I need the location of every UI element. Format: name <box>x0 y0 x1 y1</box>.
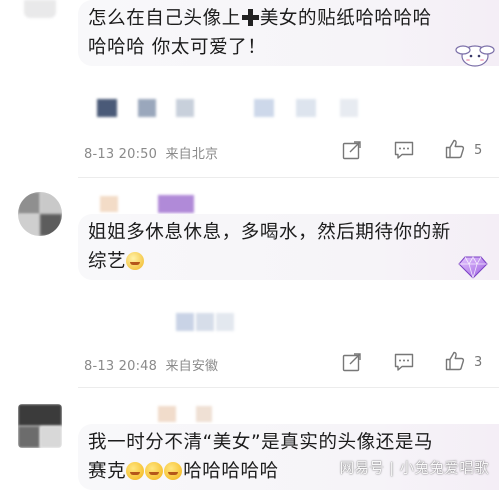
comment-text: 姐姐多休息休息，多喝水，然后期待你的新 综艺 <box>88 218 451 276</box>
comment-bubble: 姐姐多休息休息，多喝水，然后期待你的新 综艺 <box>78 214 499 280</box>
comment-text-part: 哈哈哈哈哈 <box>183 461 279 482</box>
sweat-smile-emoji-icon <box>126 252 145 270</box>
comment-icon[interactable] <box>393 351 415 373</box>
comment-bubble: 怎么在自己头像上 美女的贴纸哈哈哈哈 哈哈哈 你太可爱了！ <box>78 0 499 67</box>
cinnamoroll-sticker-icon <box>455 45 495 67</box>
comment-meta: 8-13 20:48 来自安徽 <box>84 355 218 374</box>
comment-text-part: 姐姐多休息休息，多喝水，然后期待你的新 <box>88 222 451 243</box>
divider <box>78 177 499 178</box>
comment-meta: 8-13 20:50 来自北京 <box>84 143 218 162</box>
watermark: 网易号 | 小兔兔爱唱歌 <box>339 461 489 477</box>
location: 来自安徽 <box>165 359 219 374</box>
comment-icon[interactable] <box>393 139 415 161</box>
comment-text-part: 我一时分不清“美女”是真实的头像还是马 <box>88 432 434 453</box>
comment-text-part: 哈哈哈 你太可爱了！ <box>88 37 267 58</box>
diamond-badge-icon <box>458 256 488 280</box>
laughing-emoji-icon <box>126 462 145 480</box>
plus-sticker-icon <box>241 9 259 26</box>
comment-text: 怎么在自己头像上 美女的贴纸哈哈哈哈 哈哈哈 你太可爱了！ <box>88 4 432 62</box>
avatar[interactable] <box>18 404 62 448</box>
comment-text-part: 怎么在自己头像上 <box>88 8 241 29</box>
divider <box>78 387 499 388</box>
comment-text-part: 赛克 <box>88 461 127 482</box>
laughing-emoji-icon <box>164 462 183 480</box>
timestamp: 8-13 20:48 <box>84 359 158 374</box>
location: 来自北京 <box>165 147 219 162</box>
comment-text-part: 美女的贴纸哈哈哈哈 <box>259 8 432 29</box>
share-icon[interactable] <box>341 139 363 161</box>
thumbs-up-icon[interactable] <box>444 350 466 372</box>
avatar[interactable] <box>18 192 62 236</box>
like-count: 3 <box>474 355 483 370</box>
avatar[interactable] <box>24 0 56 18</box>
laughing-emoji-icon <box>145 462 164 480</box>
comment-text-part: 综艺 <box>88 251 127 272</box>
timestamp: 8-13 20:50 <box>84 147 158 162</box>
share-icon[interactable] <box>341 351 363 373</box>
thumbs-up-icon[interactable] <box>444 138 466 160</box>
like-count: 5 <box>474 143 483 158</box>
